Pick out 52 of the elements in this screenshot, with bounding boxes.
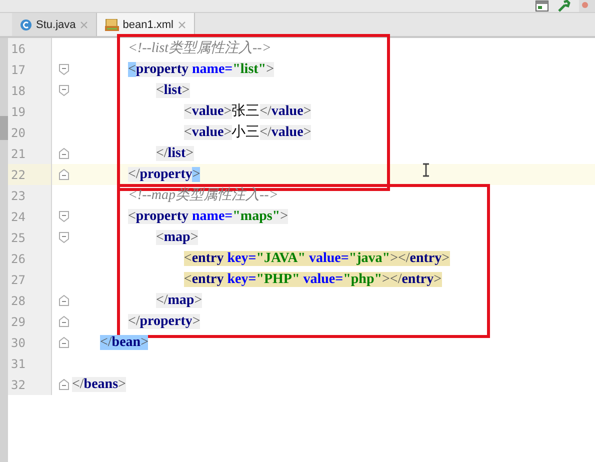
editor-tab[interactable]: Stu.java	[12, 13, 97, 36]
xml-file-icon	[104, 18, 119, 30]
fold-icon[interactable]	[59, 211, 69, 222]
fold-icon[interactable]	[59, 85, 69, 96]
window-icon[interactable]	[535, 0, 549, 12]
fold-icon[interactable]	[59, 148, 69, 159]
text-cursor-icon	[422, 163, 430, 177]
code-line: <value>张三</value>	[182, 102, 312, 120]
line-number: 26	[11, 252, 26, 266]
fold-icon[interactable]	[59, 169, 69, 180]
line-number: 28	[11, 294, 26, 308]
line-number: 21	[11, 146, 26, 160]
close-icon[interactable]	[178, 20, 186, 28]
wrench-icon[interactable]	[557, 0, 571, 12]
fold-icon[interactable]	[59, 64, 69, 75]
line-number: 23	[11, 188, 26, 202]
line-number: 24	[11, 210, 26, 224]
fold-icon[interactable]	[59, 232, 69, 243]
editor-tab[interactable]: bean1.xml	[96, 13, 195, 36]
code-line: </beans>	[72, 376, 126, 394]
line-number: 19	[11, 104, 26, 118]
code-line: <list>	[154, 82, 190, 100]
code-line: <value>小三</value>	[182, 124, 312, 142]
line-number: 22	[11, 168, 26, 182]
code-line: <property name="maps">	[126, 208, 288, 226]
code-line: </bean>	[98, 334, 148, 352]
toolbar-icon[interactable]	[579, 0, 595, 12]
code-line: <entry key="PHP" value="php"></entry>	[182, 270, 442, 288]
line-number: 27	[11, 272, 26, 286]
code-line: <property name="list">	[126, 60, 274, 78]
code-line: <entry key="JAVA" value="java"></entry>	[182, 250, 450, 268]
class-icon	[20, 18, 32, 30]
code-line: </property>	[126, 166, 200, 184]
line-number: 18	[11, 84, 26, 98]
line-number: 20	[11, 126, 26, 140]
line-number: 25	[11, 230, 26, 244]
code-line: </list>	[154, 144, 194, 162]
code-line: <map>	[154, 228, 198, 246]
fold-icon[interactable]	[59, 337, 69, 348]
fold-icon[interactable]	[59, 316, 69, 327]
line-number: 32	[11, 378, 26, 392]
code-line: <!--list类型属性注入-->	[126, 40, 272, 58]
fold-icon[interactable]	[59, 379, 69, 390]
line-number: 29	[11, 314, 26, 328]
line-number: 17	[11, 62, 26, 76]
line-number: 16	[11, 42, 26, 56]
code-line: <!--map类型属性注入-->	[126, 186, 278, 204]
line-number: 30	[11, 336, 26, 350]
code-line: </map>	[154, 292, 202, 310]
line-number: 31	[11, 356, 26, 370]
code-line: </property>	[126, 312, 200, 330]
fold-icon[interactable]	[59, 295, 69, 306]
